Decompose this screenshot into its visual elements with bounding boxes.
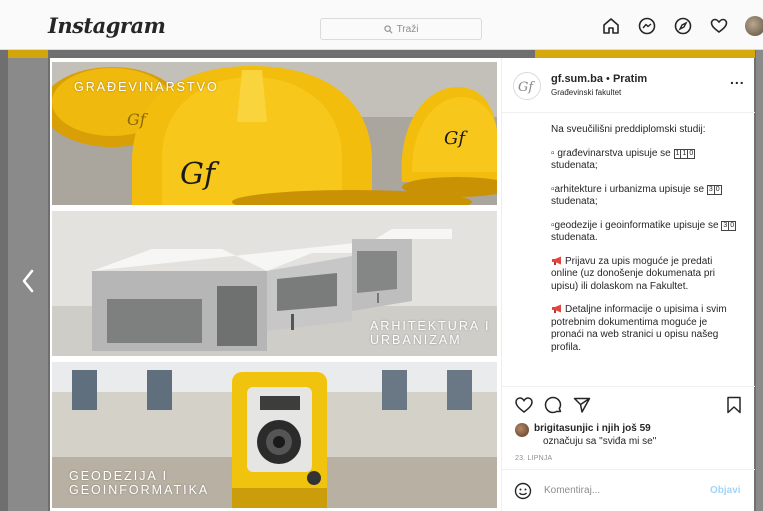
image-label-arhitektura-line2: URBANIZAM <box>370 333 462 347</box>
likes-summary: brigitasunjic i njih još 59 označuju sa … <box>515 423 656 447</box>
svg-text:Gf: Gf <box>444 128 468 149</box>
search-input[interactable]: Traži <box>320 18 482 40</box>
instagram-logo[interactable]: Instagram <box>48 13 166 38</box>
image-label-geodezija-line1: GEODEZIJA I <box>69 469 169 483</box>
likes-names-link[interactable]: brigitasunjic i njih još 59 <box>534 423 656 434</box>
explore-icon[interactable] <box>672 15 694 37</box>
caption-item-gradjevinarstvo: ▫ građevinarstva upisuje se 110 studenat… <box>551 148 737 173</box>
likes-text: označuju sa "sviđa mi se" <box>543 436 657 447</box>
background-post-right-image <box>535 50 755 58</box>
comment-box: Komentiraj... Objavi <box>502 469 755 511</box>
caption-item3-text: ▫geodezije i geoinformatike upisuje se <box>551 219 719 231</box>
previous-post-chevron-icon[interactable] <box>20 268 36 298</box>
background-post-left-image <box>8 50 48 58</box>
svg-text:Gf: Gf <box>180 157 220 192</box>
image-panel-arhitektura: ARHITEKTURA I URBANIZAM <box>52 211 497 356</box>
caption-note2-text: Detaljne informacije o upisima i svim po… <box>551 304 727 353</box>
emoji-smile-icon[interactable] <box>514 482 532 500</box>
header-separator: • <box>606 73 610 85</box>
caption-item-arhitektura: ▫arhitekture i urbanizma upisuje se 30 s… <box>551 184 737 209</box>
more-options-icon[interactable]: ... <box>730 71 745 87</box>
image-label-gradjevinarstvo: GRAĐEVINARSTVO <box>74 80 219 94</box>
activity-heart-icon[interactable] <box>708 15 730 37</box>
svg-text:Gf: Gf <box>518 80 535 95</box>
megaphone-icon <box>552 304 561 313</box>
image-panel-gradjevinarstvo: Gf Gf Gf GRAĐEVINARSTVO <box>52 62 497 205</box>
follow-status-button[interactable]: Pratim <box>613 73 647 85</box>
caption-item2-text: ▫arhitekture i urbanizma upisuje se <box>551 183 705 195</box>
image-label-geodezija-line2: GEOINFORMATIKA <box>69 483 210 497</box>
caption-item2-suffix: studenata; <box>551 196 598 207</box>
liker-avatar[interactable] <box>515 423 529 437</box>
post-image[interactable]: Gf Gf Gf GRAĐEVINARSTVO ARHITEKTURA I UR… <box>50 58 501 511</box>
digit-box: 0 <box>687 148 696 159</box>
digit-box: 0 <box>713 184 722 195</box>
search-icon <box>383 24 393 33</box>
caption-item-geodezija: ▫geodezije i geoinformatike upisuje se 3… <box>551 220 737 245</box>
caption-item1-suffix: studenata; <box>551 160 598 171</box>
caption-note-informacije: Detaljne informacije o upisima i svim po… <box>551 304 737 354</box>
post-date[interactable]: 23. LIPNJA <box>515 455 552 462</box>
messenger-icon[interactable] <box>636 15 658 37</box>
post-author: gf.sum.ba • Pratim <box>551 73 647 85</box>
username-link[interactable]: gf.sum.ba <box>551 73 603 85</box>
caption-item1-text: ▫ građevinarstva upisuje se <box>551 147 671 159</box>
caption-item3-suffix: studenata. <box>551 232 598 243</box>
comment-input[interactable]: Komentiraj... <box>544 485 600 496</box>
post-sidebar: Gf gf.sum.ba • Pratim Građevinski fakult… <box>501 58 755 511</box>
profile-avatar-icon[interactable] <box>744 15 763 37</box>
post-comment-button[interactable]: Objavi <box>710 485 741 496</box>
digit-box: 0 <box>728 220 737 231</box>
post-caption: Na sveučilišni preddiplomski studij: ▫ g… <box>502 114 755 384</box>
account-avatar[interactable]: Gf <box>513 72 541 100</box>
like-heart-icon[interactable] <box>514 395 534 415</box>
image-panel-geodezija: GEODEZIJA I GEOINFORMATIKA <box>52 362 497 508</box>
share-icon[interactable] <box>572 395 592 415</box>
caption-intro: Na sveučilišni preddiplomski studij: <box>551 124 706 135</box>
comment-icon[interactable] <box>543 395 563 415</box>
background-post-right <box>756 50 763 511</box>
post-modal: Gf Gf Gf GRAĐEVINARSTVO ARHITEKTURA I UR… <box>50 58 755 511</box>
image-label-arhitektura-line1: ARHITEKTURA I <box>370 319 491 333</box>
home-icon[interactable] <box>600 15 622 37</box>
caption-note1-text: Prijavu za upis moguće je predati online… <box>551 255 715 292</box>
search-placeholder: Traži <box>396 23 419 35</box>
megaphone-icon <box>552 256 561 265</box>
account-subtitle: Građevinski fakultet <box>551 88 622 97</box>
top-navigation-bar: Instagram Traži <box>0 0 763 50</box>
svg-text:Gf: Gf <box>127 110 149 129</box>
caption-note-prijava: Prijavu za upis moguće je predati online… <box>551 256 737 294</box>
post-header: Gf gf.sum.ba • Pratim Građevinski fakult… <box>502 58 755 113</box>
save-bookmark-icon[interactable] <box>724 395 744 415</box>
